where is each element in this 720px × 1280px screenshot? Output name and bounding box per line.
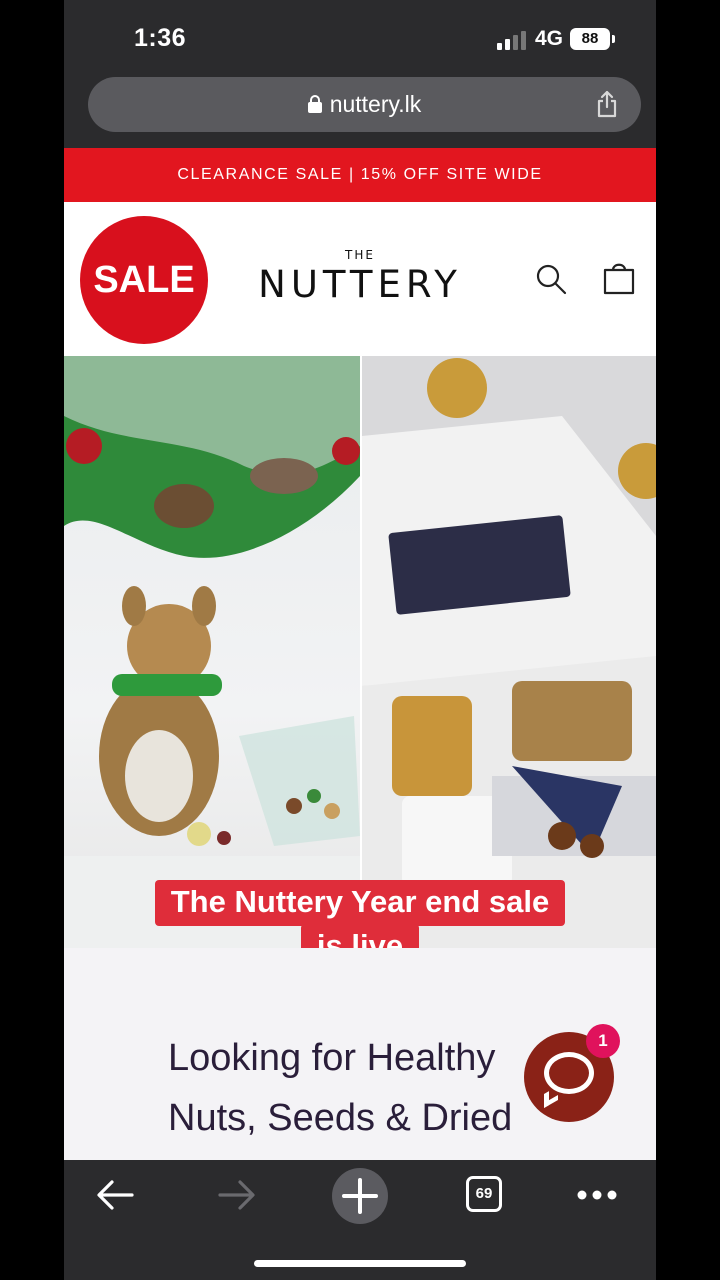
cellular-signal-icon xyxy=(497,30,527,50)
search-icon[interactable] xyxy=(534,262,568,296)
hero-image-squirrel xyxy=(64,356,360,948)
address-bar[interactable]: nuttery.lk xyxy=(88,77,641,132)
hero-caption-line-1: The Nuttery Year end sale xyxy=(154,880,566,926)
plus-icon xyxy=(342,1178,378,1214)
cart-icon[interactable] xyxy=(602,260,636,296)
intro-heading: Looking for Healthy Nuts, Seeds & Dried … xyxy=(168,1037,513,1160)
forward-icon[interactable] xyxy=(214,1172,260,1218)
phone-screen: 1:36 4G 88 nuttery.lk CLEARANCE SALE | 1… xyxy=(64,0,656,1280)
hero-image-giftbox xyxy=(360,356,656,948)
network-type: 4G xyxy=(535,27,564,50)
logo-prefix: THE xyxy=(345,248,375,262)
chat-unread-badge: 1 xyxy=(586,1024,620,1058)
share-icon[interactable] xyxy=(595,90,619,118)
hero-banner[interactable] xyxy=(64,356,656,948)
site-header: SALE THE NUTTERY xyxy=(64,202,656,356)
tabs-count-button[interactable]: 69 xyxy=(466,1176,502,1212)
announcement-bar[interactable]: CLEARANCE SALE | 15% OFF SITE WIDE xyxy=(64,148,656,202)
sale-badge[interactable]: SALE xyxy=(80,216,208,344)
back-icon[interactable] xyxy=(92,1172,138,1218)
url-text: nuttery.lk xyxy=(329,91,422,117)
chat-bubble-icon xyxy=(544,1052,594,1094)
site-logo[interactable]: THE NUTTERY xyxy=(250,248,470,306)
home-indicator[interactable] xyxy=(254,1260,466,1267)
status-bar: 1:36 4G 88 xyxy=(64,0,656,74)
more-options-icon[interactable] xyxy=(574,1172,620,1218)
lock-icon xyxy=(307,94,322,113)
web-page: CLEARANCE SALE | 15% OFF SITE WIDE SALE … xyxy=(64,148,656,1160)
logo-wordmark: NUTTERY xyxy=(258,263,462,306)
new-tab-button[interactable] xyxy=(332,1168,388,1224)
browser-toolbar: 69 xyxy=(64,1160,656,1280)
battery-icon: 88 xyxy=(570,28,615,50)
status-time: 1:36 xyxy=(134,24,187,52)
